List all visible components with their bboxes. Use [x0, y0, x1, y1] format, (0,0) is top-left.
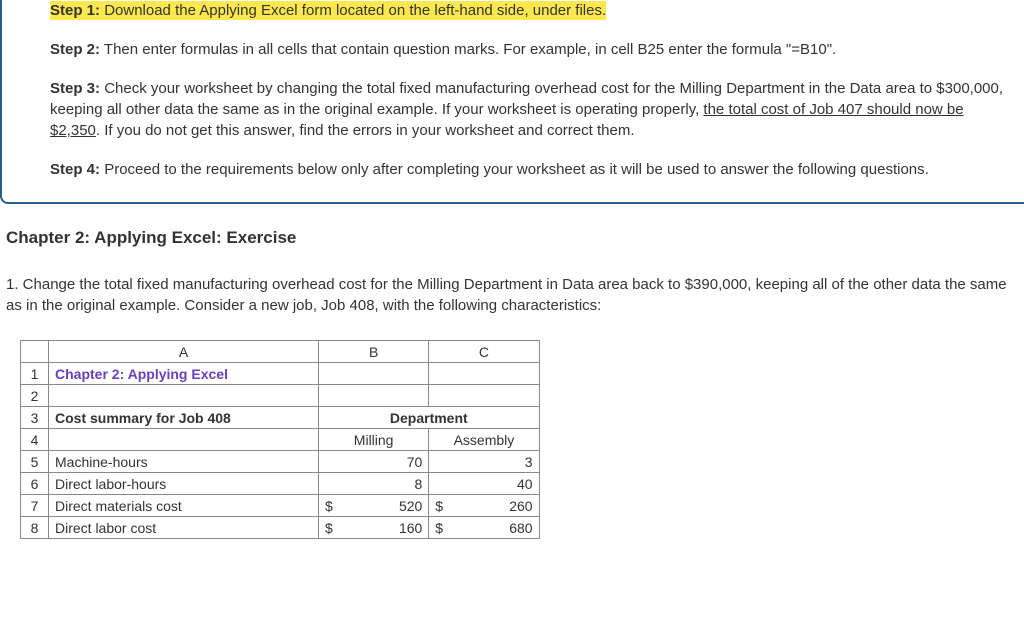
cell-c8-dollar: $ [429, 517, 449, 539]
cell-a3: Cost summary for Job 408 [49, 407, 319, 429]
step-4: Step 4: Proceed to the requirements belo… [50, 159, 1006, 180]
step-3: Step 3: Check your worksheet by changing… [50, 78, 1006, 141]
step-1-label: Step 1: [50, 2, 100, 19]
question-1: 1. Change the total fixed manufacturing … [6, 274, 1024, 316]
rownum-7: 7 [21, 495, 49, 517]
instructions-box: Step 1: Download the Applying Excel form… [0, 0, 1024, 204]
excel-table: A B C 1 Chapter 2: Applying Excel 2 3 Co… [20, 340, 540, 539]
rownum-4: 4 [21, 429, 49, 451]
corner-cell [21, 341, 49, 363]
cell-c6: 40 [429, 473, 539, 495]
header-row: A B C [21, 341, 540, 363]
col-a-header: A [49, 341, 319, 363]
rownum-1: 1 [21, 363, 49, 385]
cell-a8: Direct labor cost [49, 517, 319, 539]
cell-c7: 260 [449, 495, 539, 517]
step-1-highlight: Step 1: Download the Applying Excel form… [50, 1, 606, 20]
cell-b4: Milling [319, 429, 429, 451]
rownum-8: 8 [21, 517, 49, 539]
row-2: 2 [21, 385, 540, 407]
col-c-header: C [429, 341, 539, 363]
cell-b1 [319, 363, 429, 385]
row-7: 7 Direct materials cost $ 520 $ 260 [21, 495, 540, 517]
step-3-post: . If you do not get this answer, find th… [96, 122, 635, 139]
cell-b7-dollar: $ [319, 495, 339, 517]
row-1: 1 Chapter 2: Applying Excel [21, 363, 540, 385]
row-4: 4 Milling Assembly [21, 429, 540, 451]
step-1-text: Download the Applying Excel form located… [104, 2, 606, 19]
cell-a6: Direct labor-hours [49, 473, 319, 495]
step-2-label: Step 2: [50, 41, 100, 58]
step-3-label: Step 3: [50, 80, 100, 97]
cell-a4 [49, 429, 319, 451]
cell-b8: 160 [339, 517, 429, 539]
cell-bc3: Department [319, 407, 540, 429]
cell-a2 [49, 385, 319, 407]
cell-b7: 520 [339, 495, 429, 517]
rownum-2: 2 [21, 385, 49, 407]
step-2: Step 2: Then enter formulas in all cells… [50, 39, 1006, 60]
row-5: 5 Machine-hours 70 3 [21, 451, 540, 473]
cell-b5: 70 [319, 451, 429, 473]
step-1: Step 1: Download the Applying Excel form… [50, 0, 1006, 21]
step-2-text: Then enter formulas in all cells that co… [104, 41, 836, 58]
rownum-5: 5 [21, 451, 49, 473]
cell-a7: Direct materials cost [49, 495, 319, 517]
cell-c2 [429, 385, 539, 407]
row-6: 6 Direct labor-hours 8 40 [21, 473, 540, 495]
cell-c4: Assembly [429, 429, 539, 451]
cell-a1: Chapter 2: Applying Excel [49, 363, 319, 385]
step-4-label: Step 4: [50, 161, 100, 178]
cell-b8-dollar: $ [319, 517, 339, 539]
rownum-3: 3 [21, 407, 49, 429]
cell-b2 [319, 385, 429, 407]
step-4-text: Proceed to the requirements below only a… [104, 161, 929, 178]
chapter-title: Chapter 2: Applying Excel: Exercise [6, 228, 1024, 248]
rownum-6: 6 [21, 473, 49, 495]
cell-c8: 680 [449, 517, 539, 539]
row-8: 8 Direct labor cost $ 160 $ 680 [21, 517, 540, 539]
cell-c5: 3 [429, 451, 539, 473]
cell-a5: Machine-hours [49, 451, 319, 473]
col-b-header: B [319, 341, 429, 363]
row-3: 3 Cost summary for Job 408 Department [21, 407, 540, 429]
cell-b6: 8 [319, 473, 429, 495]
excel-table-wrap: A B C 1 Chapter 2: Applying Excel 2 3 Co… [20, 340, 1024, 539]
cell-c1 [429, 363, 539, 385]
cell-c7-dollar: $ [429, 495, 449, 517]
